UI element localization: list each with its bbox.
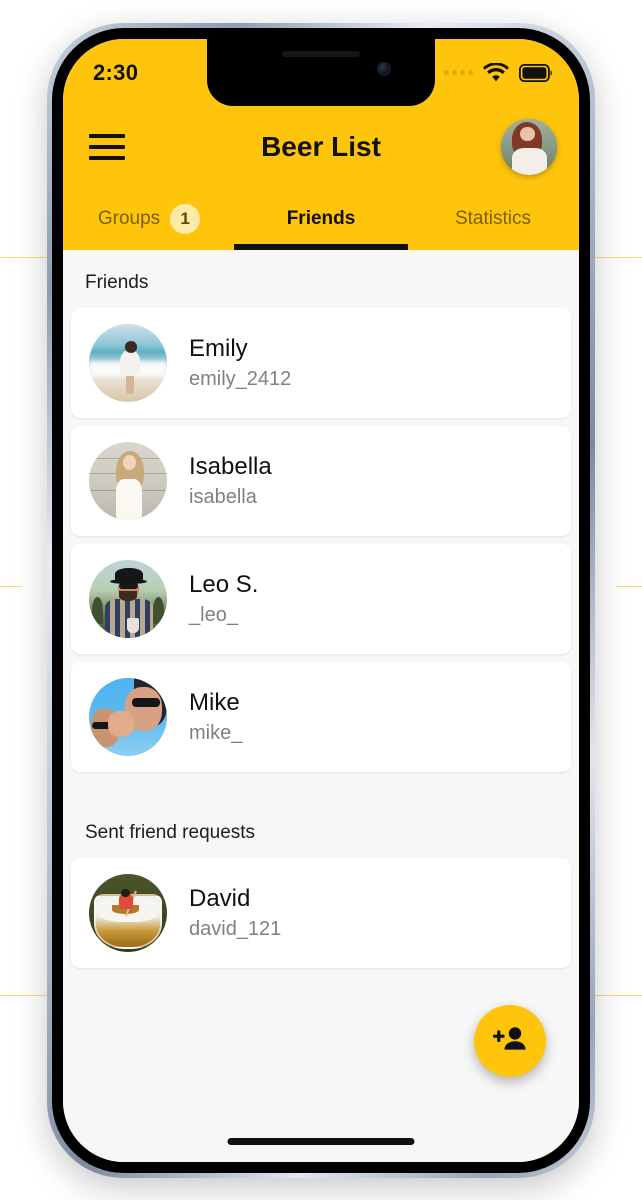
emily-avatar [89, 324, 167, 402]
avatar-background [89, 324, 167, 402]
avatar-detail-shape [118, 583, 139, 589]
friends-list-container[interactable]: Friends Emily emily_2412 Isabella isabel… [63, 250, 579, 1162]
tab-statistics[interactable]: Statistics [407, 188, 579, 250]
signal-dots-icon [444, 70, 473, 75]
section-header-sent-requests: Sent friend requests [85, 822, 256, 843]
isabella-avatar [89, 442, 167, 520]
avatar-body-shape [115, 479, 143, 520]
avatar-detail-shape [107, 710, 135, 738]
leo-avatar [89, 560, 167, 638]
device-notch [207, 39, 435, 106]
friend-handle: mike_ [189, 721, 243, 744]
home-indicator-bar[interactable] [227, 1138, 415, 1145]
avatar-body-shape [512, 148, 547, 175]
battery-full-icon [519, 63, 553, 82]
background-guide-line [0, 586, 22, 587]
friend-name: Emily [189, 334, 248, 362]
friend-row-text: Isabella isabella [189, 452, 272, 508]
david-avatar [89, 874, 167, 952]
friend-name: Mike [189, 688, 240, 716]
app-bar-title-row: Beer List [63, 106, 579, 188]
front-camera-icon [377, 62, 391, 76]
earpiece-speaker-icon [282, 51, 360, 57]
friend-row-isabella[interactable]: Isabella isabella [71, 426, 571, 536]
avatar-detail-shape [152, 597, 164, 624]
friend-handle: isabella [189, 485, 257, 508]
avatar-detail-shape [125, 373, 135, 395]
avatar-detail-shape [127, 617, 139, 634]
tab-friends[interactable]: Friends [235, 188, 407, 250]
tab-groups-label: Groups [97, 208, 161, 229]
avatar-background [89, 560, 167, 638]
avatar-body-shape [120, 349, 141, 377]
tab-groups[interactable]: Groups 1 [63, 188, 235, 250]
avatar-face-shape [520, 126, 535, 142]
hamburger-menu-icon[interactable] [89, 134, 125, 160]
avatar-face-shape [122, 455, 136, 471]
mike-avatar [89, 678, 167, 756]
friend-handle: emily_2412 [189, 367, 292, 390]
tab-friends-label: Friends [286, 208, 356, 229]
background-guide-line [616, 586, 642, 587]
tab-statistics-label: Statistics [454, 208, 532, 229]
friend-request-row-david[interactable]: David david_121 [71, 858, 571, 968]
friend-handle: _leo_ [189, 603, 238, 626]
avatar-face-shape [124, 341, 138, 353]
friend-row-text: Mike mike_ [189, 688, 243, 744]
add-person-icon [493, 1025, 527, 1058]
friend-name: Leo S. [189, 570, 259, 598]
tab-bar: Groups 1 Friends Statistics [63, 188, 579, 250]
status-bar-time: 2:30 [93, 59, 139, 85]
tab-groups-badge: 1 [170, 204, 201, 234]
friend-row-text: Leo S. _leo_ [189, 570, 259, 626]
friend-name: David [189, 884, 251, 912]
avatar-detail-shape [92, 597, 104, 624]
screenshot-stage: 2:30 Beer List Groups 1 Friends Statisti… [0, 0, 642, 1200]
avatar-background [89, 678, 167, 756]
avatar-detail-shape [119, 591, 137, 601]
friend-row-leo[interactable]: Leo S. _leo_ [71, 544, 571, 654]
friend-handle: david_121 [189, 917, 282, 940]
phone-device-frame: 2:30 Beer List Groups 1 Friends Statisti… [47, 23, 595, 1178]
add-friend-fab[interactable] [474, 1005, 546, 1077]
friend-name: Isabella [189, 452, 272, 480]
avatar-detail-shape [131, 698, 160, 707]
section-header-friends: Friends [85, 272, 149, 293]
status-bar-indicators [444, 63, 553, 82]
friend-row-text: David david_121 [189, 884, 282, 940]
friend-row-text: Emily emily_2412 [189, 334, 292, 390]
friend-row-mike[interactable]: Mike mike_ [71, 662, 571, 772]
avatar-background [89, 874, 167, 952]
user-profile-avatar[interactable] [501, 119, 557, 175]
avatar-detail-shape [114, 567, 143, 582]
wifi-icon [483, 63, 509, 82]
phone-bezel: 2:30 Beer List Groups 1 Friends Statisti… [52, 28, 590, 1173]
avatar-background [89, 442, 167, 520]
friend-row-emily[interactable]: Emily emily_2412 [71, 308, 571, 418]
phone-screen: 2:30 Beer List Groups 1 Friends Statisti… [63, 39, 579, 1162]
